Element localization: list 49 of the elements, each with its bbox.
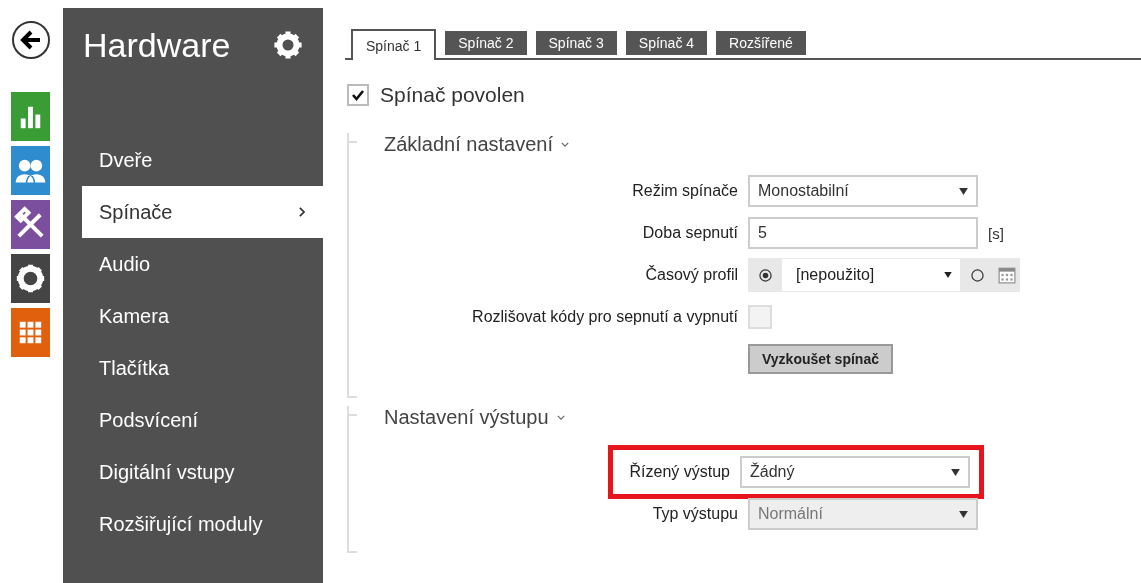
field-label: Řízený výstup xyxy=(628,463,730,481)
sidebar-item[interactable]: Tlačítka xyxy=(82,342,323,394)
dropdown-arrow-icon xyxy=(959,187,968,195)
users-icon[interactable] xyxy=(10,146,50,195)
settings-icon xyxy=(271,28,305,62)
dropdown-arrow-icon xyxy=(944,272,952,278)
tools-icon[interactable] xyxy=(10,200,50,249)
back-icon[interactable] xyxy=(11,20,51,60)
dropdown[interactable]: Žádný xyxy=(740,456,970,488)
input-field[interactable]: 5 xyxy=(748,217,978,249)
unit-label: [s] xyxy=(988,224,1004,242)
dropdown[interactable]: Monostabilní xyxy=(748,175,978,207)
sidebar-item[interactable]: Dveře xyxy=(82,134,323,186)
chevron-right-icon xyxy=(298,207,305,217)
grid-icon[interactable] xyxy=(10,308,50,357)
field-label: Doba sepnutí xyxy=(641,224,738,242)
section-heading: Nastavení výstupu xyxy=(384,406,549,429)
radio-button[interactable] xyxy=(758,268,772,282)
tab[interactable]: Rozšířené xyxy=(716,31,806,55)
field-label: Časový profil xyxy=(644,266,738,284)
field-label: Režim spínače xyxy=(631,182,738,200)
sidebar-item[interactable]: Spínače xyxy=(82,186,323,238)
chevron-down-icon[interactable] xyxy=(556,415,565,420)
sidebar-item[interactable]: Digitální vstupy xyxy=(82,446,323,498)
checkbox[interactable] xyxy=(347,84,369,106)
dropdown[interactable]: [nepoužito] xyxy=(782,259,960,291)
field-label: Rozlišovat kódy pro sepnutí a vypnutí xyxy=(471,308,738,326)
dropdown-arrow-icon xyxy=(959,510,968,518)
section-title: Hardware xyxy=(83,25,231,65)
sidebar-item[interactable]: Kamera xyxy=(82,290,323,342)
dropdown-arrow-icon xyxy=(951,468,960,476)
chevron-down-icon[interactable] xyxy=(561,142,569,147)
section-heading: Základní nastavení xyxy=(384,133,553,156)
sidebar-item[interactable]: Audio xyxy=(82,238,323,290)
radio-button[interactable] xyxy=(970,268,984,282)
checkbox-label: Spínač povolen xyxy=(380,83,525,107)
tab[interactable]: Spínač 4 xyxy=(625,31,708,55)
test-button[interactable]: Vyzkoušet spínač xyxy=(748,344,893,374)
tab[interactable]: Spínač 2 xyxy=(445,31,527,55)
sidebar-item[interactable]: Rozšiřující moduly xyxy=(82,498,323,550)
settings-icon[interactable] xyxy=(10,254,50,303)
checkbox[interactable] xyxy=(748,305,772,329)
tab[interactable]: Spínač 1 xyxy=(351,29,437,60)
sidebar-item[interactable]: Podsvícení xyxy=(82,394,323,446)
bar-chart-icon[interactable] xyxy=(10,92,50,141)
tab[interactable]: Spínač 3 xyxy=(535,31,617,55)
field-label: Typ výstupu xyxy=(651,505,738,523)
checkmark-icon xyxy=(351,88,365,102)
calendar-icon[interactable] xyxy=(998,266,1016,284)
